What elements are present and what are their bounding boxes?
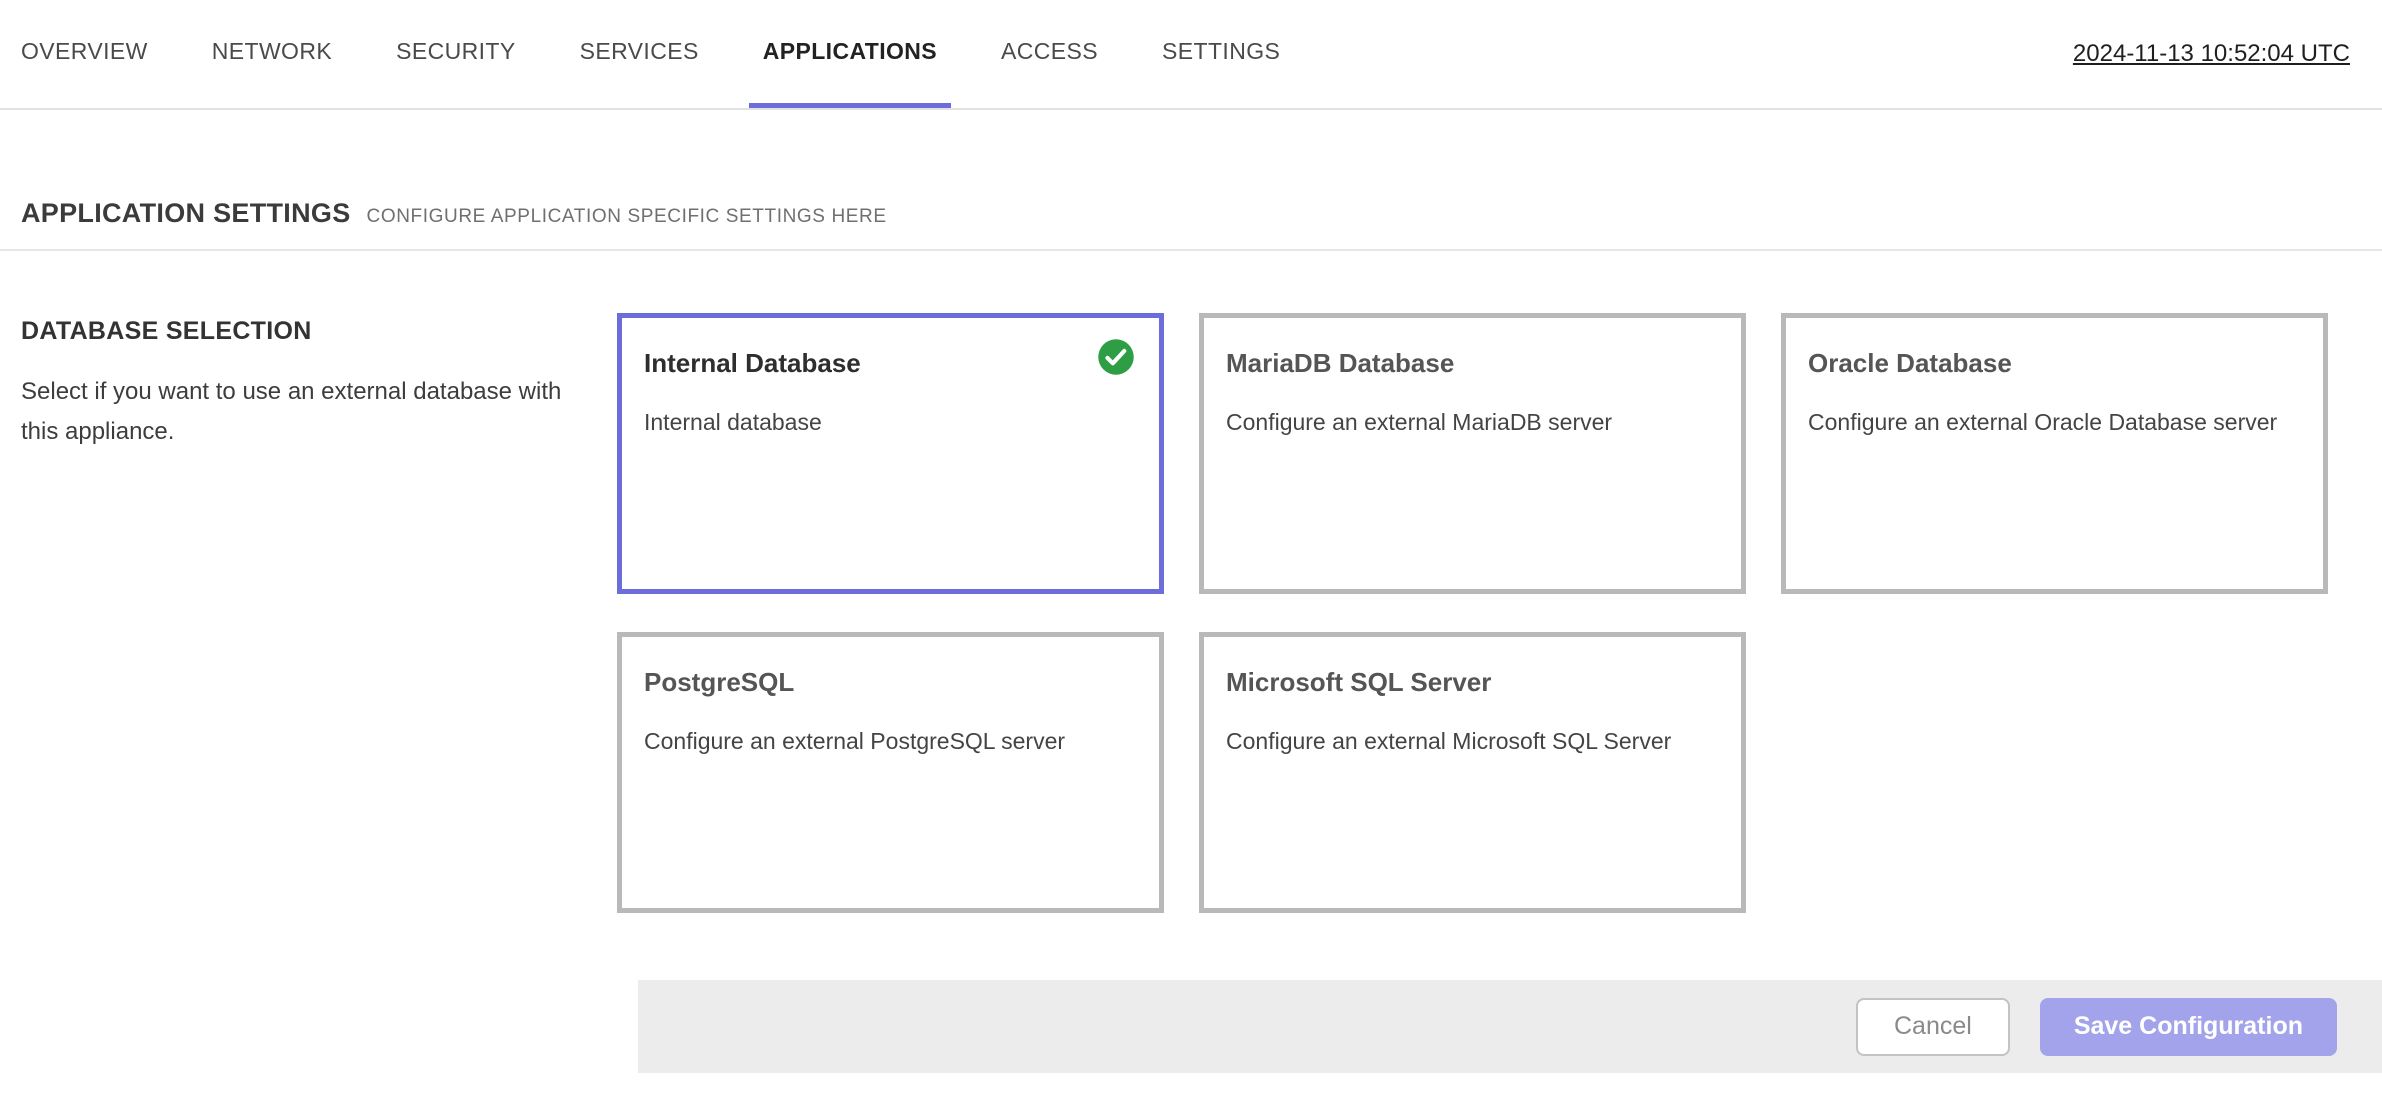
page-title: APPLICATION SETTINGS: [21, 198, 351, 229]
application-settings-content: DATABASE SELECTION Select if you want to…: [0, 251, 2382, 913]
database-selection-info: DATABASE SELECTION Select if you want to…: [0, 313, 617, 913]
page-subtitle: CONFIGURE APPLICATION SPECIFIC SETTINGS …: [367, 206, 887, 228]
db-option-description: Configure an external Microsoft SQL Serv…: [1226, 724, 1721, 759]
db-option-title: Internal Database: [644, 348, 1139, 379]
db-option-description: Configure an external Oracle Database se…: [1808, 405, 2303, 440]
cancel-button[interactable]: Cancel: [1856, 998, 2010, 1056]
database-selection-description: Select if you want to use an external da…: [21, 372, 566, 451]
tab-settings[interactable]: SETTINGS: [1148, 0, 1294, 108]
tab-applications[interactable]: APPLICATIONS: [749, 0, 951, 108]
database-selection-title: DATABASE SELECTION: [21, 317, 581, 346]
db-option-description: Configure an external PostgreSQL server: [644, 724, 1139, 759]
db-option-postgresql[interactable]: PostgreSQL Configure an external Postgre…: [617, 632, 1164, 913]
db-option-oracle[interactable]: Oracle Database Configure an external Or…: [1781, 313, 2328, 594]
database-option-grid: Internal Database Internal database Mari…: [617, 313, 2328, 913]
db-option-title: Oracle Database: [1808, 348, 2303, 379]
save-configuration-button[interactable]: Save Configuration: [2040, 998, 2337, 1056]
timestamp-link[interactable]: 2024-11-13 10:52:04 UTC: [2073, 40, 2350, 68]
tab-access[interactable]: ACCESS: [987, 0, 1112, 108]
db-option-description: Internal database: [644, 405, 1139, 440]
tab-network[interactable]: NETWORK: [198, 0, 346, 108]
db-option-internal-database[interactable]: Internal Database Internal database: [617, 313, 1164, 594]
tab-overview[interactable]: OVERVIEW: [7, 0, 162, 108]
tab-security[interactable]: SECURITY: [382, 0, 530, 108]
db-option-description: Configure an external MariaDB server: [1226, 405, 1721, 440]
db-option-mariadb[interactable]: MariaDB Database Configure an external M…: [1199, 313, 1746, 594]
db-option-title: Microsoft SQL Server: [1226, 667, 1721, 698]
db-option-mssql[interactable]: Microsoft SQL Server Configure an extern…: [1199, 632, 1746, 913]
tab-services[interactable]: SERVICES: [566, 0, 713, 108]
page-header: APPLICATION SETTINGS CONFIGURE APPLICATI…: [0, 110, 2382, 229]
top-nav: OVERVIEW NETWORK SECURITY SERVICES APPLI…: [0, 0, 2382, 110]
nav-tabs: OVERVIEW NETWORK SECURITY SERVICES APPLI…: [7, 0, 1294, 108]
db-option-title: MariaDB Database: [1226, 348, 1721, 379]
selected-check-icon: [1097, 338, 1135, 376]
db-option-title: PostgreSQL: [644, 667, 1139, 698]
action-footer: Cancel Save Configuration: [638, 980, 2382, 1073]
